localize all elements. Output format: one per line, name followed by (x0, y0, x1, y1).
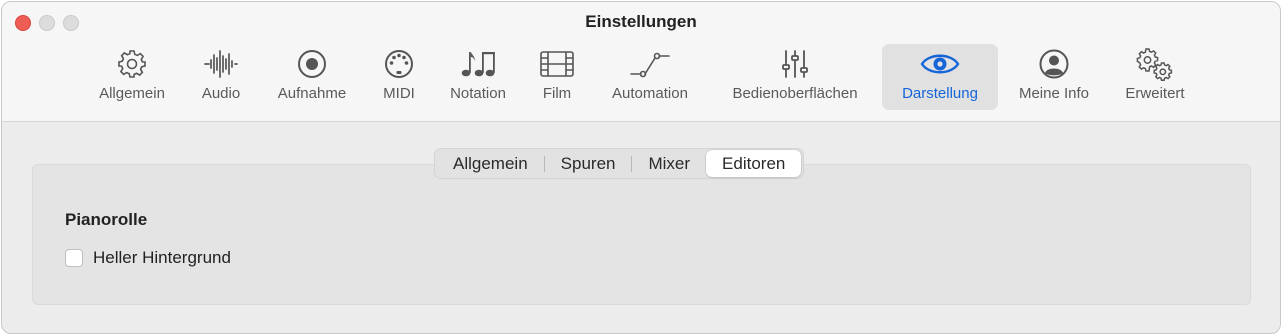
notes-icon (459, 44, 497, 84)
toolbar-item-label: Darstellung (902, 85, 978, 102)
content-panel (32, 164, 1251, 305)
section-title-pianorolle: Pianorolle (65, 210, 148, 229)
window-title: Einstellungen (585, 12, 697, 31)
toolbar-item-allgemein[interactable]: Allgemein (86, 44, 178, 110)
gear-icon (116, 44, 148, 84)
checkbox-label[interactable]: Heller Hintergrund (93, 248, 231, 268)
toolbar-item-aufnahme[interactable]: Aufnahme (265, 44, 359, 110)
toolbar-item-label: Erweitert (1125, 85, 1185, 102)
eye-icon (920, 44, 960, 84)
toolbar-item-meine-info[interactable]: Meine Info (1006, 44, 1102, 110)
checkbox-row: Heller Hintergrund (65, 248, 231, 268)
sliders-icon (779, 44, 811, 84)
toolbar-item-label: MIDI (383, 85, 415, 102)
toolbar-item-darstellung[interactable]: Darstellung (882, 44, 998, 110)
toolbar-item-label: Automation (612, 85, 688, 102)
tab-mixer[interactable]: Mixer (632, 150, 706, 177)
title-bar: Einstellungen Allgemein Audio Aufnahme M… (2, 2, 1280, 122)
gears-icon (1135, 44, 1175, 84)
waveform-icon (203, 44, 239, 84)
toolbar-item-label: Bedienoberflächen (732, 85, 858, 102)
preferences-toolbar: Allgemein Audio Aufnahme MIDI Notation F… (2, 44, 1280, 110)
toolbar-item-audio[interactable]: Audio (190, 44, 252, 110)
toolbar-item-automation[interactable]: Automation (597, 44, 703, 110)
tab-segmented-control: Allgemein Spuren Mixer Editoren (434, 148, 805, 179)
toolbar-item-label: Aufnahme (277, 85, 347, 102)
toolbar-item-label: Meine Info (1018, 85, 1090, 102)
midi-port-icon (383, 44, 415, 84)
heller-hintergrund-checkbox[interactable] (65, 249, 83, 267)
tab-editoren[interactable]: Editoren (706, 150, 802, 177)
toolbar-item-label: Audio (201, 85, 241, 102)
toolbar-item-notation[interactable]: Notation (439, 44, 517, 110)
tab-allgemein[interactable]: Allgemein (437, 150, 544, 177)
film-icon (539, 44, 575, 84)
tab-spuren[interactable]: Spuren (545, 150, 632, 177)
toolbar-item-label: Allgemein (99, 85, 165, 102)
automation-icon (629, 44, 671, 84)
person-icon (1038, 44, 1070, 84)
toolbar-item-label: Notation (450, 85, 506, 102)
toolbar-item-bedienoberflaechen[interactable]: Bedienoberflächen (715, 44, 875, 110)
toolbar-item-midi[interactable]: MIDI (371, 44, 427, 110)
toolbar-item-label: Film (542, 85, 572, 102)
record-icon (296, 44, 328, 84)
toolbar-item-film[interactable]: Film (529, 44, 585, 110)
toolbar-item-erweitert[interactable]: Erweitert (1114, 44, 1196, 110)
